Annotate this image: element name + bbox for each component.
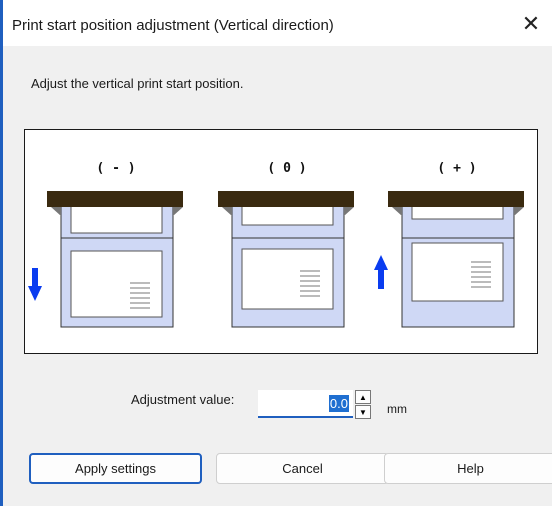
arrow-down-icon [28, 268, 42, 301]
label-plus: ( + ) [437, 161, 476, 176]
printer-plus [374, 191, 524, 328]
adjustment-spinner[interactable]: ▲ ▼ [355, 390, 371, 419]
close-button[interactable]: ✕ [510, 4, 552, 44]
title-bar[interactable]: Print start position adjustment (Vertica… [3, 0, 552, 46]
triangle-up-icon: ▲ [359, 392, 367, 402]
triangle-down-icon: ▼ [359, 407, 367, 417]
adjustment-value-input[interactable]: 0.0 [258, 390, 353, 418]
label-minus: ( - ) [96, 161, 135, 176]
diagram-svg: ( - ) ( 0 ) ( + ) [28, 161, 524, 328]
spin-up-button[interactable]: ▲ [355, 390, 371, 404]
position-diagram: ( - ) ( 0 ) ( + ) [24, 129, 538, 354]
adjustment-value-text: 0.0 [328, 395, 349, 412]
unit-label: mm [387, 402, 407, 416]
arrow-up-icon [374, 255, 388, 289]
spin-down-button[interactable]: ▼ [355, 405, 371, 419]
adjustment-label: Adjustment value: [131, 392, 235, 407]
cancel-button[interactable]: Cancel [216, 453, 389, 484]
close-icon: ✕ [521, 11, 541, 36]
printer-minus [28, 191, 183, 328]
printer-zero [218, 191, 354, 328]
window-title: Print start position adjustment (Vertica… [12, 17, 334, 34]
instruction-text: Adjust the vertical print start position… [31, 76, 244, 91]
label-zero: ( 0 ) [267, 161, 306, 176]
help-button[interactable]: Help [384, 453, 552, 484]
apply-settings-button[interactable]: Apply settings [29, 453, 202, 484]
